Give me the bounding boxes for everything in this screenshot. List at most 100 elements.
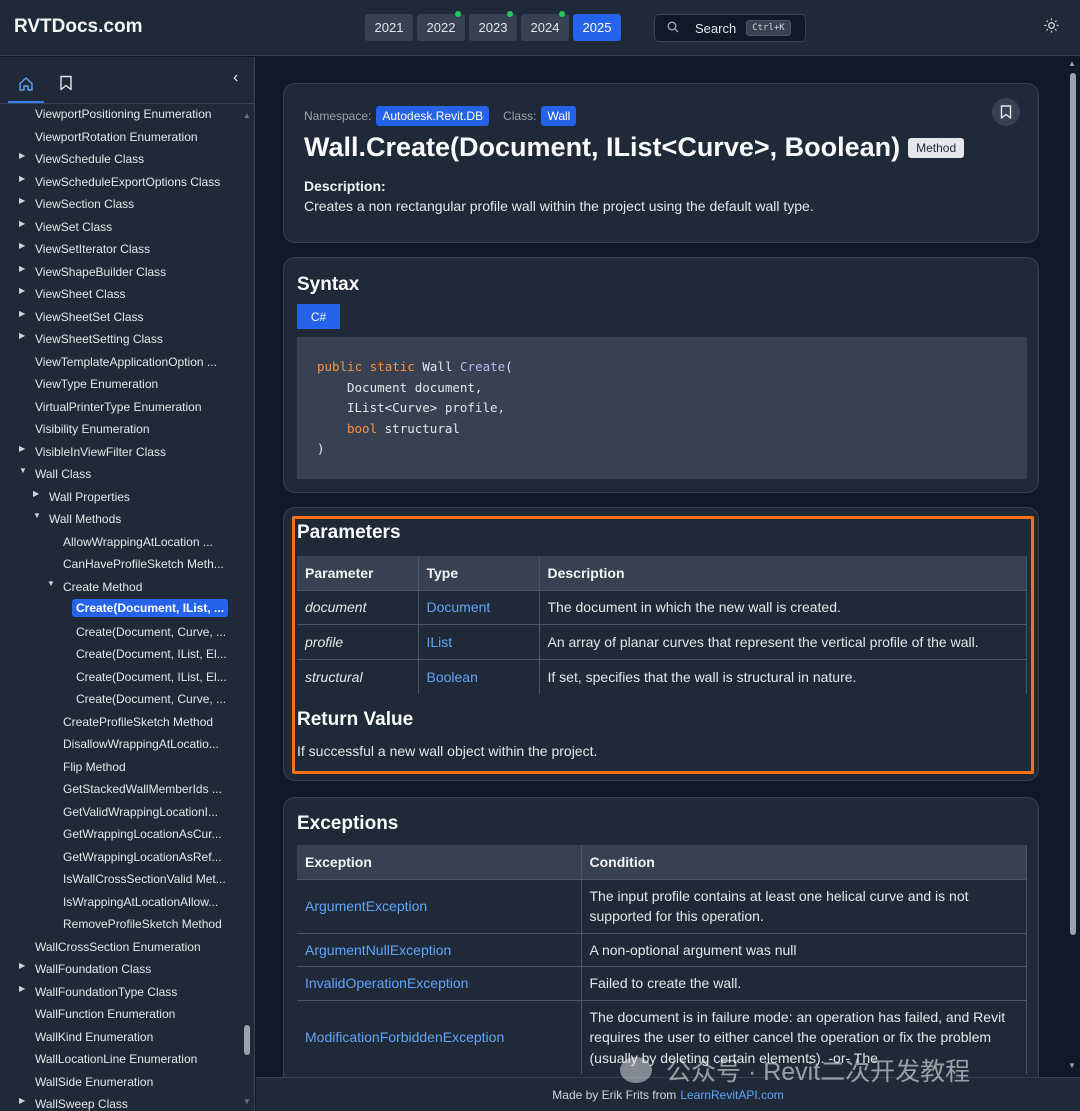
caret-right-icon[interactable]: ▶ (19, 444, 25, 453)
sidebar-item[interactable]: ▶ ViewSchedule Class (0, 148, 254, 171)
sidebar-item[interactable]: ViewType Enumeration (0, 373, 254, 396)
main-scroll-thumb[interactable] (1070, 73, 1076, 935)
sidebar-item[interactable]: GetStackedWallMemberIds ... (0, 778, 254, 801)
scroll-up-icon[interactable]: ▲ (243, 111, 251, 120)
caret-down-icon[interactable]: ▼ (19, 466, 27, 475)
home-icon[interactable] (8, 67, 44, 103)
sidebar-item[interactable]: WallLocationLine Enumeration (0, 1048, 254, 1071)
site-logo[interactable]: RVTDocs.com (14, 16, 142, 38)
sidebar-item[interactable]: ▶ ViewScheduleExportOptions Class (0, 171, 254, 194)
scroll-down-icon[interactable]: ▼ (1068, 1061, 1076, 1070)
exception-link[interactable]: InvalidOperationException (297, 966, 582, 1000)
sidebar-item[interactable]: WallSide Enumeration (0, 1071, 254, 1094)
sidebar-item[interactable]: Create(Document, Curve, ... (0, 688, 254, 711)
namespace-link[interactable]: Autodesk.Revit.DB (376, 106, 490, 126)
caret-right-icon[interactable]: ▶ (19, 1096, 25, 1105)
tab-csharp[interactable]: C# (297, 304, 340, 329)
sidebar-item[interactable]: ▶ WallFoundation Class (0, 958, 254, 981)
version-tab-2025[interactable]: 2025 (573, 14, 621, 41)
sidebar-item[interactable]: ▶ ViewSection Class (0, 193, 254, 216)
caret-right-icon[interactable]: ▶ (19, 984, 25, 993)
sidebar-item[interactable]: IsWrappingAtLocationAllow... (0, 891, 254, 914)
sidebar-item[interactable]: Create(Document, Curve, ... (0, 621, 254, 644)
sidebar-item[interactable]: WallKind Enumeration (0, 1026, 254, 1049)
caret-right-icon[interactable]: ▶ (19, 174, 25, 183)
exception-link[interactable]: ArgumentNullException (297, 932, 582, 967)
sidebar-item[interactable]: ViewTemplateApplicationOption ... (0, 351, 254, 374)
caret-right-icon[interactable]: ▶ (33, 489, 39, 498)
sidebar-item[interactable]: Create(Document, IList, ... (0, 598, 254, 621)
sidebar-item[interactable]: ▶ ViewSet Class (0, 216, 254, 239)
caret-right-icon[interactable]: ▶ (19, 264, 25, 273)
sidebar-item[interactable]: WallFunction Enumeration (0, 1003, 254, 1026)
sidebar-item[interactable]: DisallowWrappingAtLocatio... (0, 733, 254, 756)
sidebar-item[interactable]: Visibility Enumeration (0, 418, 254, 441)
caret-right-icon[interactable]: ▶ (19, 309, 25, 318)
sidebar-item[interactable]: ▼ Wall Class (0, 463, 254, 486)
sidebar-item[interactable]: ▶ ViewSheetSetting Class (0, 328, 254, 351)
param-type-link[interactable]: IList (418, 624, 540, 659)
sidebar-item[interactable]: ViewportPositioning Enumeration (0, 103, 254, 126)
sidebar-item[interactable]: Create(Document, IList, El... (0, 643, 254, 666)
caret-right-icon[interactable]: ▶ (19, 219, 25, 228)
sidebar-item[interactable]: GetWrappingLocationAsCur... (0, 823, 254, 846)
caret-right-icon[interactable]: ▶ (19, 331, 25, 340)
sidebar-item[interactable]: IsWallCrossSectionValid Met... (0, 868, 254, 891)
sidebar-item[interactable]: GetValidWrappingLocationI... (0, 801, 254, 824)
sidebar-item[interactable]: Flip Method (0, 756, 254, 779)
sidebar-item[interactable]: Create(Document, IList, El... (0, 666, 254, 689)
sidebar-item[interactable]: ▶ Wall Properties (0, 486, 254, 509)
sidebar-item[interactable]: GetWrappingLocationAsRef... (0, 846, 254, 869)
sidebar-item[interactable]: ▶ ViewSheet Class (0, 283, 254, 306)
sidebar-item[interactable]: RemoveProfileSketch Method (0, 913, 254, 936)
version-tab-2022[interactable]: 2022 (417, 11, 465, 41)
scroll-down-icon[interactable]: ▼ (243, 1097, 251, 1106)
sidebar-item[interactable]: ▶ VisibleInViewFilter Class (0, 441, 254, 464)
caret-down-icon[interactable]: ▼ (47, 579, 55, 588)
column-header: Description (539, 556, 1027, 590)
sidebar-scroll-thumb[interactable] (244, 1025, 250, 1055)
exception-link[interactable]: ArgumentException (297, 878, 582, 933)
sidebar-item[interactable]: ▶ WallFoundationType Class (0, 981, 254, 1004)
param-type-link[interactable]: Boolean (418, 658, 540, 694)
code-return-type: Wall (422, 359, 453, 374)
main-scrollbar[interactable]: ▲ ▼ (1068, 57, 1078, 1077)
sidebar-item-label: VirtualPrinterType Enumeration (35, 399, 202, 414)
sidebar-item[interactable]: VirtualPrinterType Enumeration (0, 396, 254, 419)
sidebar-item[interactable]: ▶ ViewSheetSet Class (0, 306, 254, 329)
class-link[interactable]: Wall (541, 106, 577, 126)
caret-right-icon[interactable]: ▶ (19, 286, 25, 295)
sidebar-item[interactable]: ▼ Create Method (0, 576, 254, 599)
version-tab-2021[interactable]: 2021 (365, 14, 413, 41)
exception-link[interactable]: ModificationForbiddenException (297, 999, 582, 1074)
sidebar-item[interactable]: ▼ Wall Methods (0, 508, 254, 531)
sidebar-item[interactable]: ▶ ViewShapeBuilder Class (0, 261, 254, 284)
sidebar-item[interactable]: CreateProfileSketch Method (0, 711, 254, 734)
sidebar-item[interactable]: CanHaveProfileSketch Meth... (0, 553, 254, 576)
api-tree: ViewportPositioning Enumeration ViewportR… (0, 103, 254, 1111)
sidebar-item[interactable]: ▶ WallSweep Class (0, 1093, 254, 1111)
scroll-up-icon[interactable]: ▲ (1068, 59, 1076, 68)
caret-down-icon[interactable]: ▼ (33, 511, 41, 520)
caret-right-icon[interactable]: ▶ (19, 196, 25, 205)
version-tab-2024[interactable]: 2024 (521, 11, 569, 41)
search-box[interactable]: Search Ctrl+K (654, 14, 806, 42)
sidebar-item[interactable]: WallCrossSection Enumeration (0, 936, 254, 959)
namespace-row: Namespace: Autodesk.Revit.DB Class: Wall (304, 106, 590, 126)
param-type-link[interactable]: Document (418, 589, 540, 625)
footer-link[interactable]: LearnRevitAPI.com (680, 1088, 783, 1102)
caret-right-icon[interactable]: ▶ (19, 151, 25, 160)
sidebar-item[interactable]: ▶ ViewSetIterator Class (0, 238, 254, 261)
sun-icon[interactable] (1044, 18, 1059, 38)
bookmark-button[interactable] (992, 98, 1020, 126)
version-tab-2023[interactable]: 2023 (469, 11, 517, 41)
sidebar-item[interactable]: ViewportRotation Enumeration (0, 126, 254, 149)
sidebar-item-label: CanHaveProfileSketch Meth... (63, 557, 224, 571)
sidebar-item-label: WallLocationLine Enumeration (35, 1052, 198, 1066)
chevron-left-icon[interactable]: ‹ (233, 69, 238, 87)
sidebar-item[interactable]: AllowWrappingAtLocation ... (0, 531, 254, 554)
caret-right-icon[interactable]: ▶ (19, 241, 25, 250)
bookmark-icon[interactable] (50, 67, 82, 99)
sidebar-scrollbar[interactable]: ▲ ▼ (243, 111, 253, 1111)
caret-right-icon[interactable]: ▶ (19, 961, 25, 970)
